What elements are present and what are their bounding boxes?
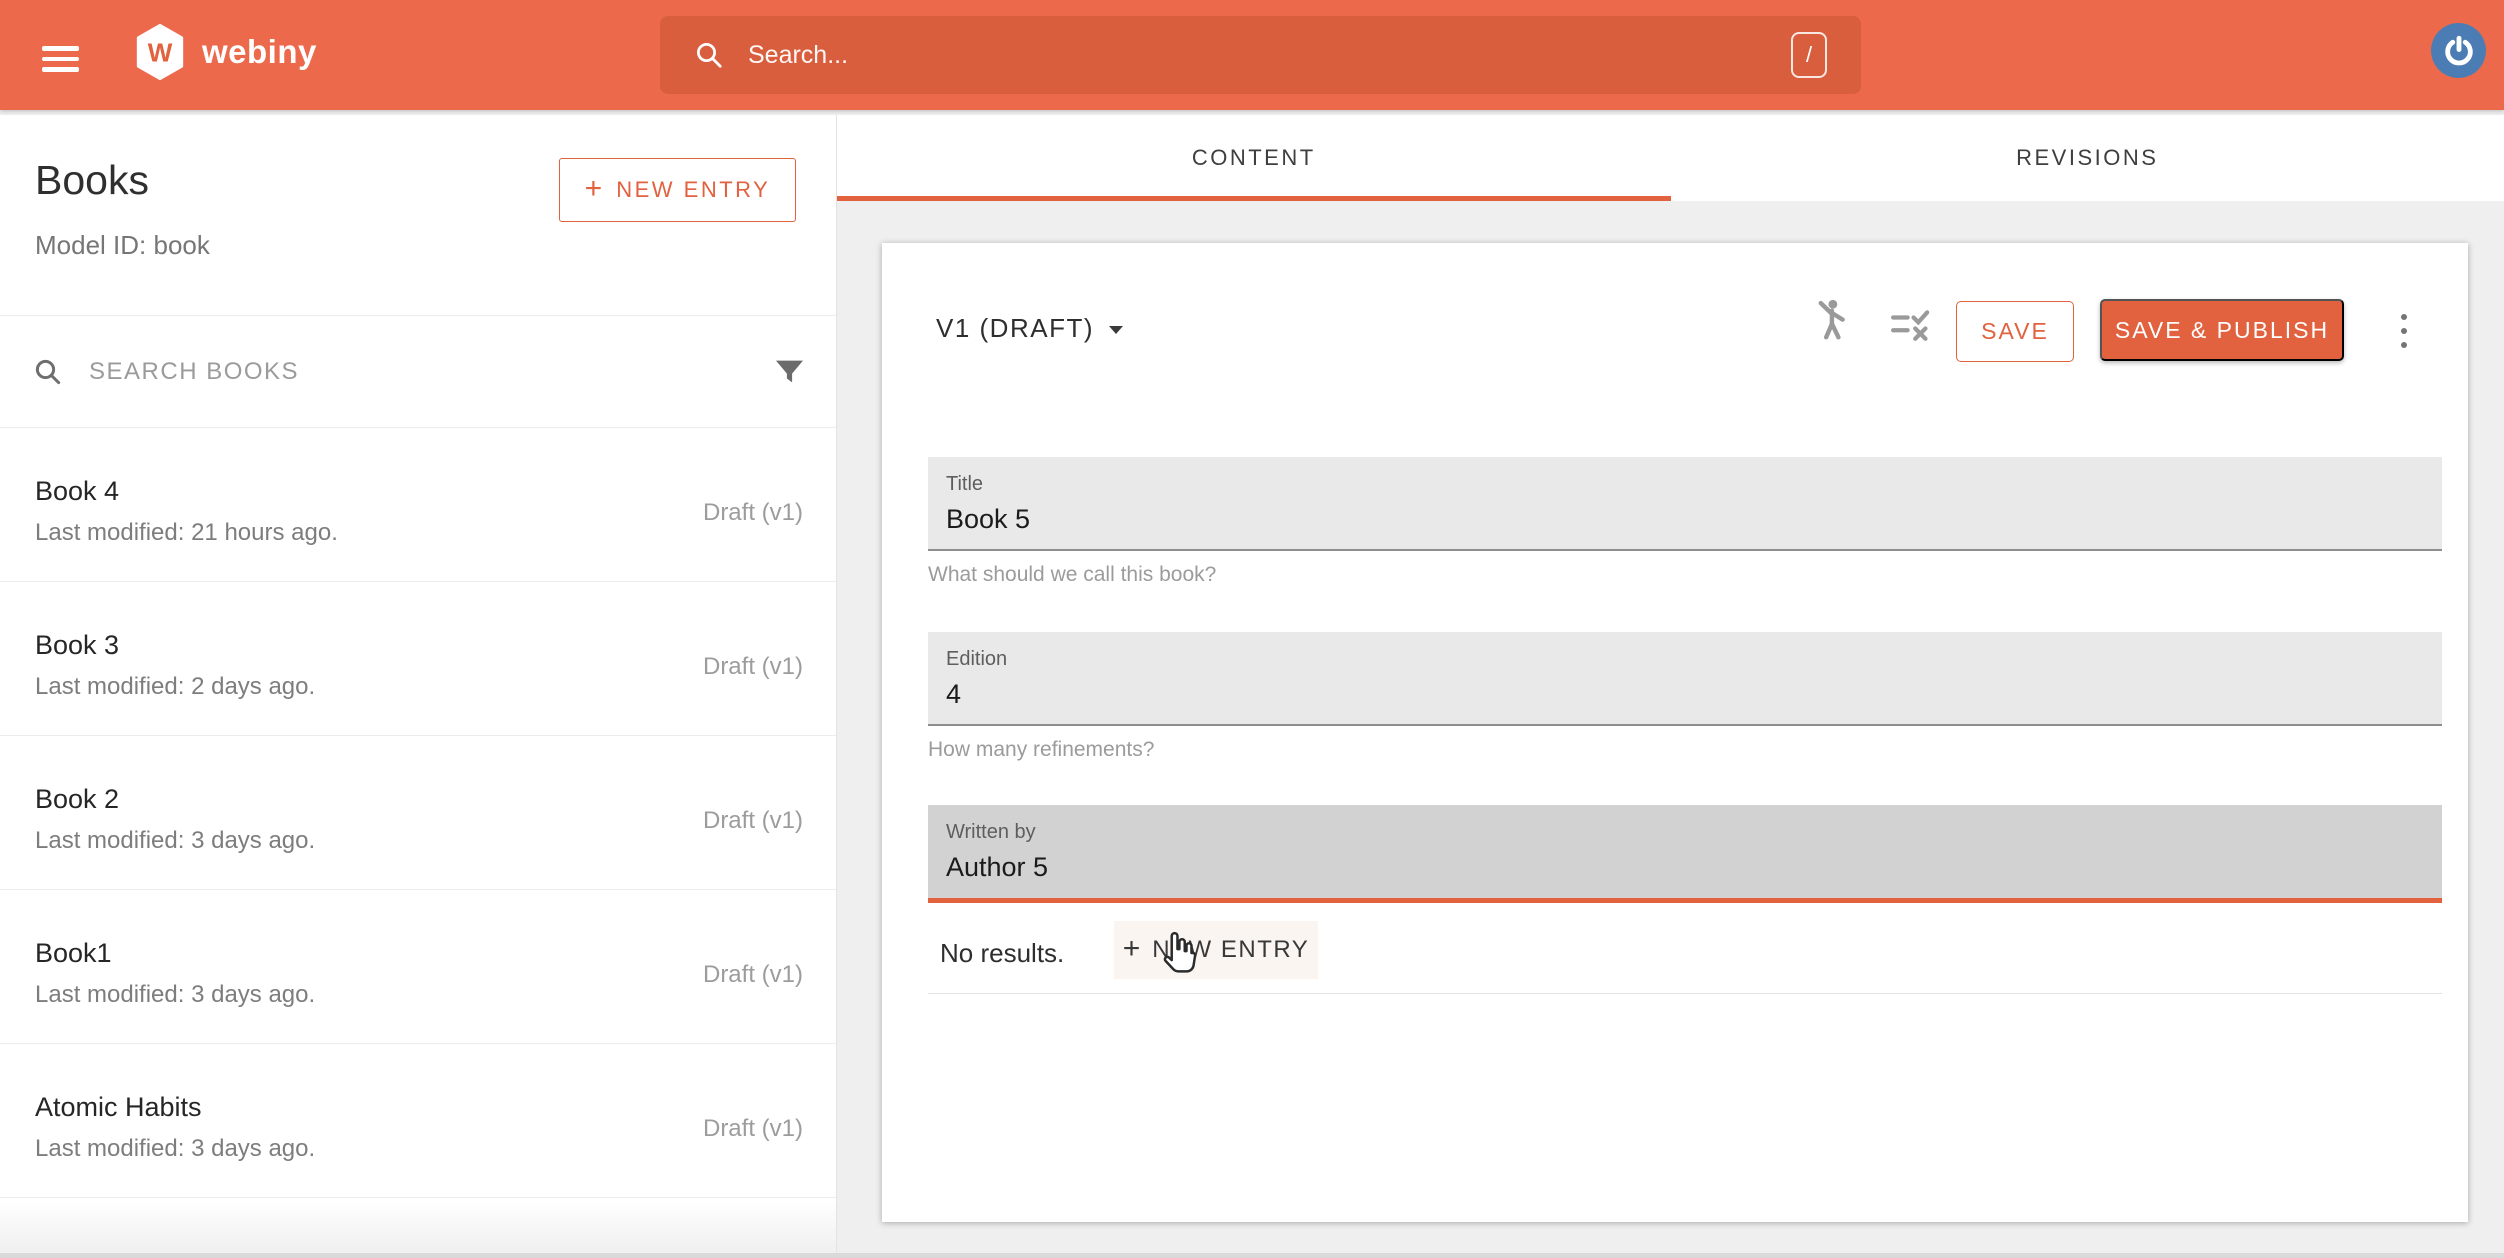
- reference-new-entry-label: NEW ENTRY: [1152, 936, 1309, 964]
- edition-field-helper: How many refinements?: [928, 738, 2442, 762]
- edition-field[interactable]: Edition 4: [928, 632, 2442, 726]
- edition-field-value: 4: [946, 679, 961, 710]
- reference-divider: [928, 993, 2442, 994]
- new-entry-button-label: NEW ENTRY: [616, 177, 770, 203]
- edition-field-label: Edition: [946, 648, 1007, 671]
- new-entry-button[interactable]: + NEW ENTRY: [559, 158, 796, 222]
- entry-title: Book 2: [35, 784, 119, 815]
- hamburger-menu-icon[interactable]: [42, 46, 79, 72]
- entry-modified: Last modified: 3 days ago.: [35, 1135, 315, 1163]
- brand-name: webiny: [202, 33, 317, 71]
- title-field-helper: What should we call this book?: [928, 563, 2442, 587]
- plus-icon: +: [1123, 932, 1141, 966]
- tab-revisions[interactable]: REVISIONS: [1671, 115, 2504, 201]
- entry-status-badge: Draft (v1): [703, 1115, 803, 1143]
- webiny-logo[interactable]: W webiny: [134, 24, 317, 80]
- list-item-book-2[interactable]: Book 2 Last modified: 3 days ago. Draft …: [0, 736, 836, 890]
- entry-status-badge: Draft (v1): [703, 499, 803, 527]
- entry-form: Title Book 5 What should we call this bo…: [928, 243, 2442, 1222]
- field-group-title: Title Book 5 What should we call this bo…: [928, 457, 2442, 587]
- svg-text:W: W: [148, 38, 173, 68]
- filter-icon[interactable]: [776, 360, 803, 383]
- global-search-input[interactable]: [746, 40, 1791, 71]
- entries-list: Book 4 Last modified: 21 hours ago. Draf…: [0, 428, 836, 1198]
- editor-tabbar: CONTENT REVISIONS: [837, 115, 2504, 201]
- user-avatar[interactable]: [2431, 23, 2486, 78]
- list-item-book-3[interactable]: Book 3 Last modified: 2 days ago. Draft …: [0, 582, 836, 736]
- entries-search-row: [0, 315, 836, 428]
- entry-status-badge: Draft (v1): [703, 961, 803, 989]
- written-by-field-value: Author 5: [946, 852, 1048, 883]
- written-by-field[interactable]: Written by Author 5: [928, 805, 2442, 903]
- global-search-bar[interactable]: /: [660, 16, 1861, 94]
- entry-modified: Last modified: 2 days ago.: [35, 673, 315, 701]
- entry-status-badge: Draft (v1): [703, 653, 803, 681]
- search-shortcut-key: /: [1791, 32, 1827, 78]
- tab-content[interactable]: CONTENT: [837, 115, 1671, 201]
- editor-panel: CONTENT REVISIONS V1 (DRAFT) SAVE SAVE &…: [837, 115, 2504, 1258]
- model-id-label: Model ID: book: [35, 230, 210, 261]
- search-icon: [33, 357, 63, 387]
- entry-status-badge: Draft (v1): [703, 807, 803, 835]
- app-header: W webiny /: [0, 0, 2504, 110]
- field-group-written-by: Written by Author 5: [928, 805, 2442, 903]
- entry-title: Book 3: [35, 630, 119, 661]
- title-field-value: Book 5: [946, 504, 1030, 535]
- webiny-hexagon-icon: W: [134, 24, 186, 80]
- entry-title: Book1: [35, 938, 112, 969]
- title-field[interactable]: Title Book 5: [928, 457, 2442, 551]
- reference-empty-text: No results.: [940, 938, 1064, 969]
- page-title: Books: [35, 157, 149, 204]
- entry-title: Atomic Habits: [35, 1092, 202, 1123]
- active-tab-indicator: [837, 196, 1671, 201]
- reference-new-entry-button[interactable]: + NEW ENTRY: [1114, 921, 1318, 979]
- sidebar-footer: [0, 1201, 836, 1258]
- gravatar-power-icon: [2442, 34, 2476, 68]
- window-bottom-edge: [0, 1253, 2504, 1258]
- entry-modified: Last modified: 3 days ago.: [35, 827, 315, 855]
- entry-title: Book 4: [35, 476, 119, 507]
- entries-sidebar: Books Model ID: book + NEW ENTRY Book 4 …: [0, 115, 837, 1258]
- entry-modified: Last modified: 21 hours ago.: [35, 519, 338, 547]
- field-group-edition: Edition 4 How many refinements?: [928, 632, 2442, 762]
- title-field-label: Title: [946, 473, 983, 496]
- list-item-book-1[interactable]: Book1 Last modified: 3 days ago. Draft (…: [0, 890, 836, 1044]
- list-item-book-4[interactable]: Book 4 Last modified: 21 hours ago. Draf…: [0, 428, 836, 582]
- list-item-atomic-habits[interactable]: Atomic Habits Last modified: 3 days ago.…: [0, 1044, 836, 1198]
- entries-search-input[interactable]: [87, 357, 776, 387]
- plus-icon: +: [585, 172, 603, 206]
- entry-editor-card: V1 (DRAFT) SAVE SAVE & PUBLISH Title Boo…: [882, 243, 2468, 1222]
- search-icon: [694, 40, 724, 70]
- written-by-field-label: Written by: [946, 821, 1036, 844]
- entry-modified: Last modified: 3 days ago.: [35, 981, 315, 1009]
